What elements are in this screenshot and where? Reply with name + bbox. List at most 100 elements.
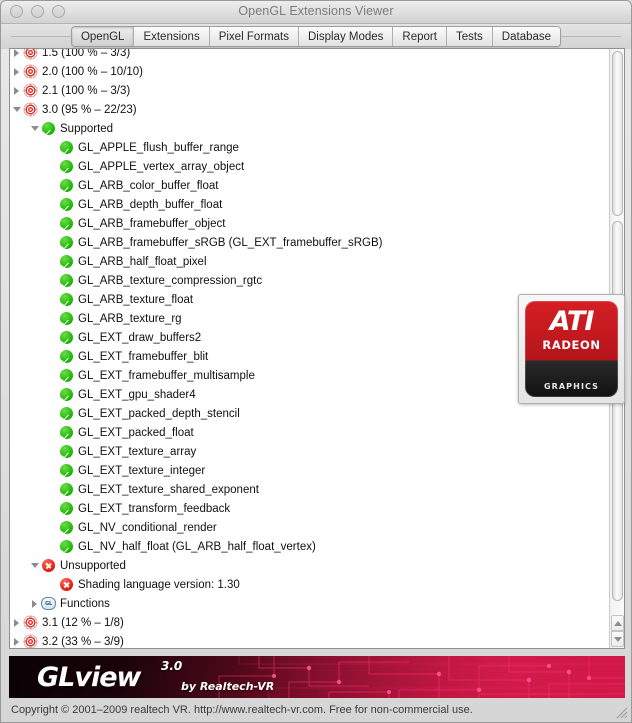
tree-row[interactable]: GL_APPLE_flush_buffer_range <box>10 138 494 157</box>
supported-check-icon <box>59 407 74 420</box>
tree-row[interactable]: GL_EXT_texture_shared_exponent <box>10 480 494 499</box>
supported-check-icon <box>59 521 74 534</box>
tree-row[interactable]: Supported <box>10 119 494 138</box>
tree-row[interactable]: GL_APPLE_vertex_array_object <box>10 157 494 176</box>
tree-row[interactable]: GL_ARB_texture_rg <box>10 309 494 328</box>
tree-row[interactable]: GL_EXT_packed_float <box>10 423 494 442</box>
disclosure-down-icon[interactable] <box>28 126 41 131</box>
tree-row[interactable]: GL_ARB_framebuffer_sRGB (GL_EXT_framebuf… <box>10 233 494 252</box>
tree-row[interactable]: GL_ARB_color_buffer_float <box>10 176 494 195</box>
tab-database[interactable]: Database <box>492 27 561 46</box>
disclosure-down-icon[interactable] <box>28 563 41 568</box>
disclosure-down-icon[interactable] <box>10 107 23 112</box>
tree-row-label: 2.0 (100 % – 10/10) <box>42 65 144 78</box>
tree-row[interactable]: GL_EXT_gpu_shader4 <box>10 385 494 404</box>
tree-row[interactable]: GL_ARB_framebuffer_object <box>10 214 494 233</box>
unsupported-x-icon <box>41 559 56 572</box>
scroll-down-button[interactable] <box>611 631 624 647</box>
supported-check-icon <box>59 483 74 496</box>
tree-row-label: GL_EXT_packed_float <box>78 426 194 439</box>
scroll-up-button[interactable] <box>611 615 624 631</box>
tree-row[interactable]: 3.1 (12 % – 1/8) <box>10 613 494 632</box>
tree-row[interactable]: GL_NV_conditional_render <box>10 518 494 537</box>
gpu-vendor-badge: ATI RADEON GRAPHICS <box>518 294 625 404</box>
supported-check-icon <box>59 445 74 458</box>
tree-row[interactable]: 1.5 (100 % – 3/3) <box>10 49 494 62</box>
vendor-byline-label: by Realtech-VR <box>181 680 275 693</box>
title-bar[interactable]: OpenGL Extensions Viewer <box>1 1 631 24</box>
tree-row[interactable]: GL_EXT_transform_feedback <box>10 499 494 518</box>
resize-grip-icon[interactable] <box>614 705 628 719</box>
supported-check-icon <box>41 122 56 135</box>
supported-check-icon <box>59 293 74 306</box>
tree-row[interactable]: GL_ARB_texture_float <box>10 290 494 309</box>
supported-check-icon <box>59 312 74 325</box>
tree-row[interactable]: GL_NV_half_float (GL_ARB_half_float_vert… <box>10 537 494 556</box>
tree-row-label: 3.2 (33 % – 3/9) <box>42 635 124 648</box>
tree-row[interactable]: 2.1 (100 % – 3/3) <box>10 81 494 100</box>
tree-row-label: GL_EXT_texture_integer <box>78 464 206 477</box>
tab-display-modes[interactable]: Display Modes <box>299 27 394 46</box>
tree-row-label: GL_EXT_packed_depth_stencil <box>78 407 240 420</box>
tree-row-label: Supported <box>60 122 114 135</box>
tree-row-label: Functions <box>60 597 110 610</box>
tab-report[interactable]: Report <box>393 27 447 46</box>
tree-row-label: GL_APPLE_flush_buffer_range <box>78 141 239 154</box>
tree-row-label: GL_EXT_framebuffer_multisample <box>78 369 255 382</box>
tree-row-label: GL_ARB_color_buffer_float <box>78 179 219 192</box>
tree-row[interactable]: GL_ARB_depth_buffer_float <box>10 195 494 214</box>
tree-row-label: GL_EXT_transform_feedback <box>78 502 231 515</box>
supported-check-icon <box>59 236 74 249</box>
tree-row[interactable]: GL_EXT_framebuffer_multisample <box>10 366 494 385</box>
disclosure-right-icon[interactable] <box>10 618 23 627</box>
supported-check-icon <box>59 502 74 515</box>
tree-row[interactable]: GL_EXT_draw_buffers2 <box>10 328 494 347</box>
tree-row-label: GL_EXT_texture_array <box>78 445 197 458</box>
functions-icon: GL <box>41 597 56 610</box>
tree-row[interactable]: 3.2 (33 % – 3/9) <box>10 632 494 648</box>
version-target-icon <box>23 616 38 629</box>
tree-row-label: Shading language version: 1.30 <box>78 578 240 591</box>
tree-row-label: GL_ARB_texture_compression_rgtc <box>78 274 263 287</box>
scrollbar-thumb-lower[interactable] <box>612 221 623 601</box>
tree-row-label: GL_ARB_half_float_pixel <box>78 255 207 268</box>
tree-row[interactable]: GL_ARB_texture_compression_rgtc <box>10 271 494 290</box>
tab-tests[interactable]: Tests <box>446 27 493 46</box>
tree-row[interactable]: Unsupported <box>10 556 494 575</box>
disclosure-right-icon[interactable] <box>28 599 41 608</box>
tree-row[interactable]: 2.0 (100 % – 10/10) <box>10 62 494 81</box>
tree-row-label: 1.5 (100 % – 3/3) <box>42 49 131 59</box>
extension-tree: 1.5 (100 % – 3/3) 2.0 (100 % – 10/10) 2.1 … <box>10 49 494 648</box>
disclosure-right-icon[interactable] <box>10 86 23 95</box>
tab-extensions[interactable]: Extensions <box>134 27 210 46</box>
disclosure-right-icon[interactable] <box>10 67 23 76</box>
supported-check-icon <box>59 388 74 401</box>
tree-row-label: GL_ARB_framebuffer_sRGB (GL_EXT_framebuf… <box>78 236 383 249</box>
tree-row-label: GL_EXT_framebuffer_blit <box>78 350 209 363</box>
tree-row[interactable]: GL Functions <box>10 594 494 613</box>
gpu-brand-label: ATI <box>549 306 595 337</box>
supported-check-icon <box>59 217 74 230</box>
scrollbar-thumb-upper[interactable] <box>612 51 623 216</box>
supported-check-icon <box>59 198 74 211</box>
tab-opengl[interactable]: OpenGL <box>71 27 135 46</box>
tree-row[interactable]: GL_EXT_packed_depth_stencil <box>10 404 494 423</box>
tree-row[interactable]: Shading language version: 1.30 <box>10 575 494 594</box>
disclosure-right-icon[interactable] <box>10 637 23 646</box>
tab-pixel-formats[interactable]: Pixel Formats <box>209 27 299 46</box>
supported-check-icon <box>59 350 74 363</box>
tree-row-label: 3.0 (95 % – 22/23) <box>42 103 137 116</box>
tree-row-label: GL_EXT_draw_buffers2 <box>78 331 202 344</box>
tree-row[interactable]: GL_EXT_texture_integer <box>10 461 494 480</box>
supported-check-icon <box>59 426 74 439</box>
window-title: OpenGL Extensions Viewer <box>238 4 394 18</box>
tree-row[interactable]: 3.0 (95 % – 22/23) <box>10 100 494 119</box>
tree-row[interactable]: GL_EXT_framebuffer_blit <box>10 347 494 366</box>
supported-check-icon <box>59 141 74 154</box>
triangle-down-icon <box>613 636 622 642</box>
tree-row[interactable]: GL_EXT_texture_array <box>10 442 494 461</box>
supported-check-icon <box>59 179 74 192</box>
tree-row[interactable]: GL_ARB_half_float_pixel <box>10 252 494 271</box>
tree-row-label: GL_ARB_depth_buffer_float <box>78 198 223 211</box>
disclosure-right-icon[interactable] <box>10 49 23 57</box>
